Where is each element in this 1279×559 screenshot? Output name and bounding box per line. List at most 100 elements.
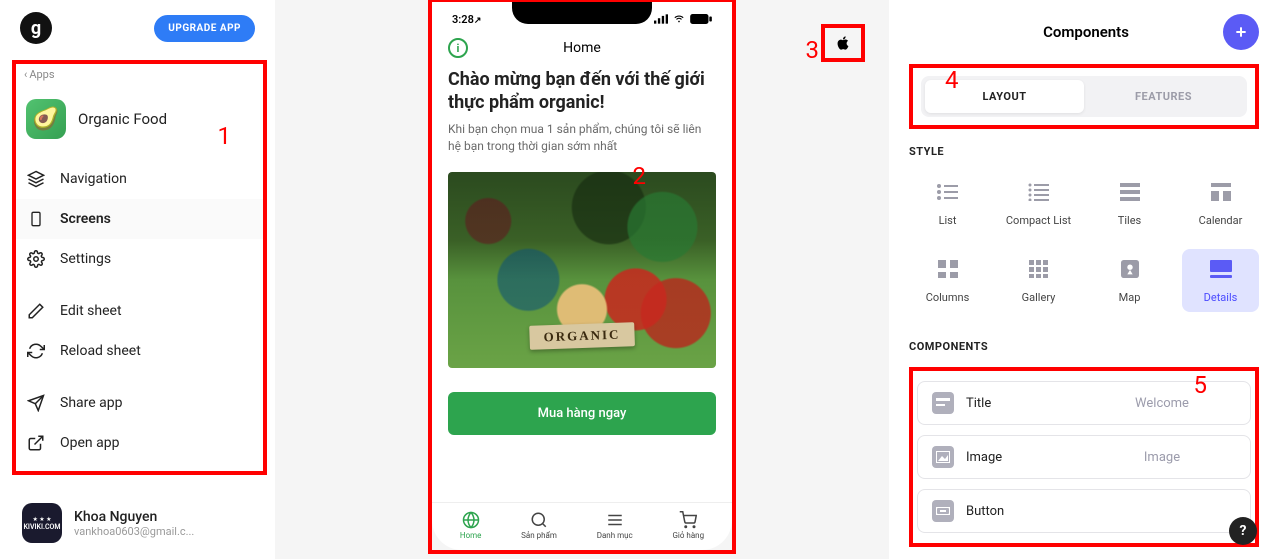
user-info: Khoa Nguyen vankhoa0603@gmail.c... bbox=[74, 509, 194, 538]
status-time: 3:28 bbox=[452, 13, 474, 26]
tab-products-label: Sản phẩm bbox=[521, 531, 557, 540]
hero-image: ORGANIC bbox=[448, 172, 716, 368]
status-arrow-icon: ↗ bbox=[474, 16, 482, 26]
buy-now-button[interactable]: Mua hàng ngay bbox=[448, 392, 716, 435]
style-details[interactable]: Details bbox=[1182, 249, 1259, 312]
annotation-number-3: 3 bbox=[806, 36, 820, 64]
user-avatar-icon: ★ ★ ★ KIVIKI.COM bbox=[22, 503, 62, 543]
component-button[interactable]: Button bbox=[917, 489, 1251, 533]
compact-list-icon bbox=[1021, 180, 1057, 204]
style-columns-label: Columns bbox=[926, 291, 970, 304]
style-tiles[interactable]: Tiles bbox=[1091, 172, 1168, 235]
title-component-icon bbox=[932, 392, 954, 414]
tab-categories[interactable]: Danh mục bbox=[597, 511, 633, 540]
smartphone-icon bbox=[26, 210, 46, 228]
apple-icon[interactable] bbox=[835, 34, 851, 52]
info-icon[interactable]: i bbox=[448, 38, 468, 58]
component-image[interactable]: Image Image bbox=[917, 435, 1251, 479]
component-title-value: Welcome bbox=[1088, 396, 1236, 411]
nav-edit-sheet[interactable]: Edit sheet bbox=[16, 291, 263, 331]
style-gallery[interactable]: Gallery bbox=[1000, 249, 1077, 312]
user-email: vankhoa0603@gmail.c... bbox=[74, 525, 194, 538]
annotation-number-4: 4 bbox=[945, 66, 959, 94]
image-component-icon bbox=[932, 446, 954, 468]
tab-products[interactable]: Sản phẩm bbox=[521, 511, 557, 540]
style-compact-list[interactable]: Compact List bbox=[1000, 172, 1077, 235]
add-component-button[interactable] bbox=[1223, 14, 1259, 50]
tab-features[interactable]: FEATURES bbox=[1084, 80, 1243, 113]
right-panel: Components 4 LAYOUT FEATURES STYLE List … bbox=[889, 0, 1279, 559]
refresh-icon bbox=[26, 342, 46, 360]
gallery-icon bbox=[1021, 257, 1057, 281]
style-calendar[interactable]: Calendar bbox=[1182, 172, 1259, 235]
nav-share-app[interactable]: Share app bbox=[16, 383, 263, 423]
nav-navigation[interactable]: Navigation bbox=[16, 159, 263, 199]
gear-icon bbox=[26, 250, 46, 268]
globe-icon bbox=[462, 511, 480, 529]
nav-label-edit-sheet: Edit sheet bbox=[60, 303, 122, 319]
apps-back-link[interactable]: ‹ Apps bbox=[16, 64, 263, 93]
details-icon bbox=[1203, 257, 1239, 281]
left-header: g UPGRADE APP bbox=[0, 12, 275, 60]
upgrade-app-button[interactable]: UPGRADE APP bbox=[154, 15, 255, 42]
component-image-label: Image bbox=[966, 450, 1076, 465]
platform-toggle bbox=[821, 24, 865, 62]
annotation-box-2: 3:28↗ i Home Chào mừng bạn đến với thế g… bbox=[428, 0, 736, 554]
tiles-icon bbox=[1112, 180, 1148, 204]
organic-label: ORGANIC bbox=[529, 323, 635, 351]
nav-open-app[interactable]: Open app bbox=[16, 423, 263, 463]
user-account[interactable]: ★ ★ ★ KIVIKI.COM Khoa Nguyen vankhoa0603… bbox=[0, 499, 275, 547]
style-columns[interactable]: Columns bbox=[909, 249, 986, 312]
style-grid: List Compact List Tiles Calendar Columns… bbox=[909, 172, 1259, 312]
calendar-icon bbox=[1203, 180, 1239, 204]
style-details-label: Details bbox=[1204, 291, 1238, 304]
layout-features-toggle: LAYOUT FEATURES bbox=[921, 76, 1247, 117]
shopping-cart-icon bbox=[679, 511, 697, 529]
components-title: Components bbox=[909, 23, 1223, 41]
map-pin-icon bbox=[1112, 257, 1148, 281]
tab-cart[interactable]: Giỏ hàng bbox=[672, 511, 704, 540]
style-map[interactable]: Map bbox=[1091, 249, 1168, 312]
nav-reload-sheet[interactable]: Reload sheet bbox=[16, 331, 263, 371]
annotation-box-3 bbox=[821, 24, 865, 62]
tab-home[interactable]: Home bbox=[460, 511, 482, 540]
style-compact-list-label: Compact List bbox=[1006, 214, 1071, 227]
user-name: Khoa Nguyen bbox=[74, 509, 194, 525]
nav-screens[interactable]: Screens bbox=[16, 199, 263, 239]
style-map-label: Map bbox=[1119, 291, 1141, 304]
layers-icon bbox=[26, 170, 46, 188]
search-icon bbox=[530, 511, 548, 529]
app-logo[interactable]: g bbox=[20, 12, 52, 44]
nav-label-screens: Screens bbox=[60, 211, 111, 227]
tab-home-label: Home bbox=[460, 531, 482, 540]
help-button[interactable]: ? bbox=[1229, 517, 1257, 545]
component-button-label: Button bbox=[966, 504, 1076, 519]
annotation-box-1: ‹ Apps 🥑 Organic Food 1 Navigation Scree… bbox=[12, 60, 267, 475]
signal-icon bbox=[654, 14, 668, 24]
component-image-value: Image bbox=[1088, 450, 1236, 465]
tab-categories-label: Danh mục bbox=[597, 531, 633, 540]
phone-preview: 3:28↗ i Home Chào mừng bạn đến với thế g… bbox=[432, 2, 732, 550]
annotation-box-4: 4 LAYOUT FEATURES bbox=[909, 64, 1259, 129]
component-title-label: Title bbox=[966, 396, 1076, 411]
style-calendar-label: Calendar bbox=[1199, 214, 1243, 227]
nav-label-share-app: Share app bbox=[60, 395, 123, 411]
nav-label-settings: Settings bbox=[60, 251, 111, 267]
columns-icon bbox=[930, 257, 966, 281]
annotation-box-5: 5 Title Welcome Image Image Button bbox=[909, 367, 1259, 547]
nav-label-reload-sheet: Reload sheet bbox=[60, 343, 141, 359]
phone-content: Chào mừng bạn đến với thế giới thực phẩm… bbox=[432, 68, 732, 502]
nav-label-navigation: Navigation bbox=[60, 171, 127, 187]
send-icon bbox=[26, 394, 46, 412]
external-link-icon bbox=[26, 434, 46, 452]
center-preview-panel: 3:28↗ i Home Chào mừng bạn đến với thế g… bbox=[275, 0, 889, 559]
annotation-number-2: 2 bbox=[633, 162, 647, 190]
style-list[interactable]: List bbox=[909, 172, 986, 235]
phone-header: i Home bbox=[432, 32, 732, 68]
nav-settings[interactable]: Settings bbox=[16, 239, 263, 279]
chevron-left-icon: ‹ bbox=[24, 68, 27, 81]
tab-cart-label: Giỏ hàng bbox=[672, 531, 704, 540]
left-panel: g UPGRADE APP ‹ Apps 🥑 Organic Food 1 Na… bbox=[0, 0, 275, 559]
pencil-icon bbox=[26, 302, 46, 320]
style-tiles-label: Tiles bbox=[1118, 214, 1141, 227]
